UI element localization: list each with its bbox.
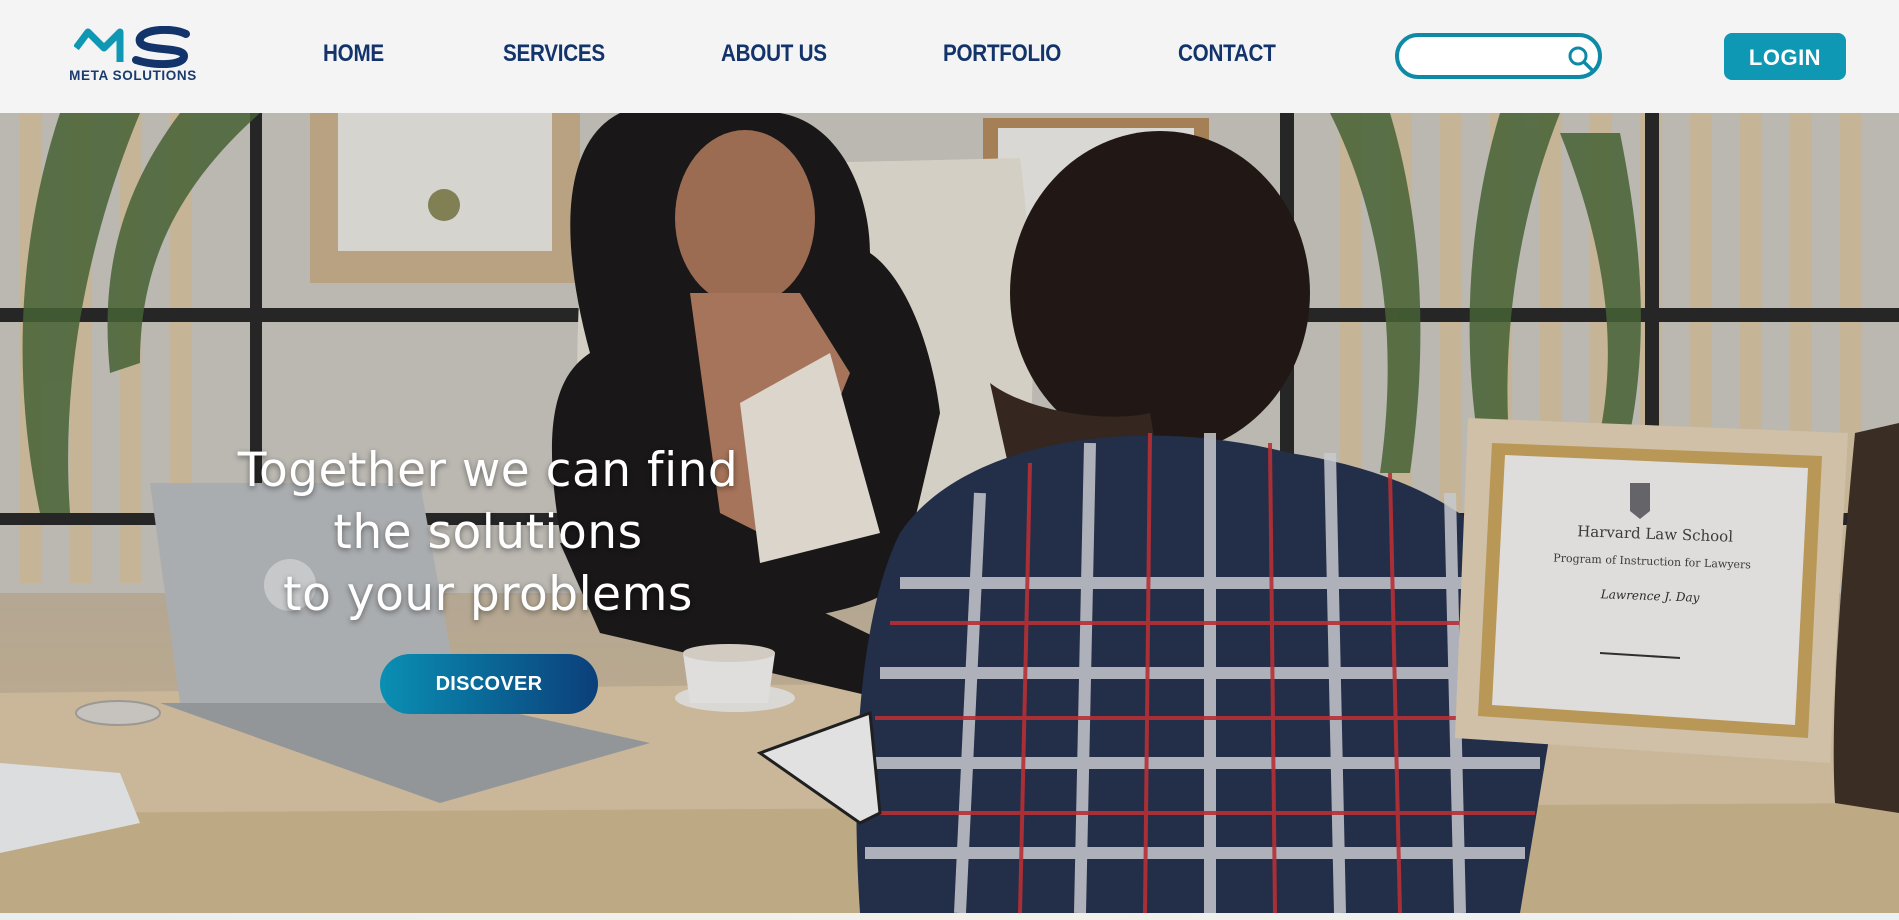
ms-logo-mark-icon — [74, 26, 190, 68]
search-box[interactable] — [1395, 33, 1602, 79]
hero-headline-line-2: the solutions — [333, 505, 643, 560]
nav-item-about-us[interactable]: ABOUT US — [721, 40, 827, 68]
search-icon[interactable] — [1567, 45, 1595, 73]
hero-section: Harvard Law School Program of Instructio… — [0, 113, 1899, 913]
brand-logo[interactable]: META SOLUTIONS — [62, 26, 204, 84]
login-button[interactable]: LOGIN — [1724, 33, 1846, 80]
search-input[interactable] — [1413, 43, 1567, 73]
nav-item-home[interactable]: HOME — [323, 40, 384, 68]
site-header: META SOLUTIONS HOME SERVICES ABOUT US PO… — [0, 0, 1899, 113]
page-bottom-divider — [0, 913, 1899, 920]
brand-name: META SOLUTIONS — [69, 68, 197, 83]
nav-item-services[interactable]: SERVICES — [503, 40, 605, 68]
discover-button[interactable]: DISCOVER — [380, 654, 598, 714]
nav-item-portfolio[interactable]: PORTFOLIO — [943, 40, 1061, 68]
hero-headline-line-1: Together we can find — [237, 443, 739, 498]
hero-headline: Together we can find the solutions to yo… — [200, 440, 776, 626]
hero-headline-line-3: to your problems — [283, 567, 693, 622]
nav-item-contact[interactable]: CONTACT — [1178, 40, 1276, 68]
